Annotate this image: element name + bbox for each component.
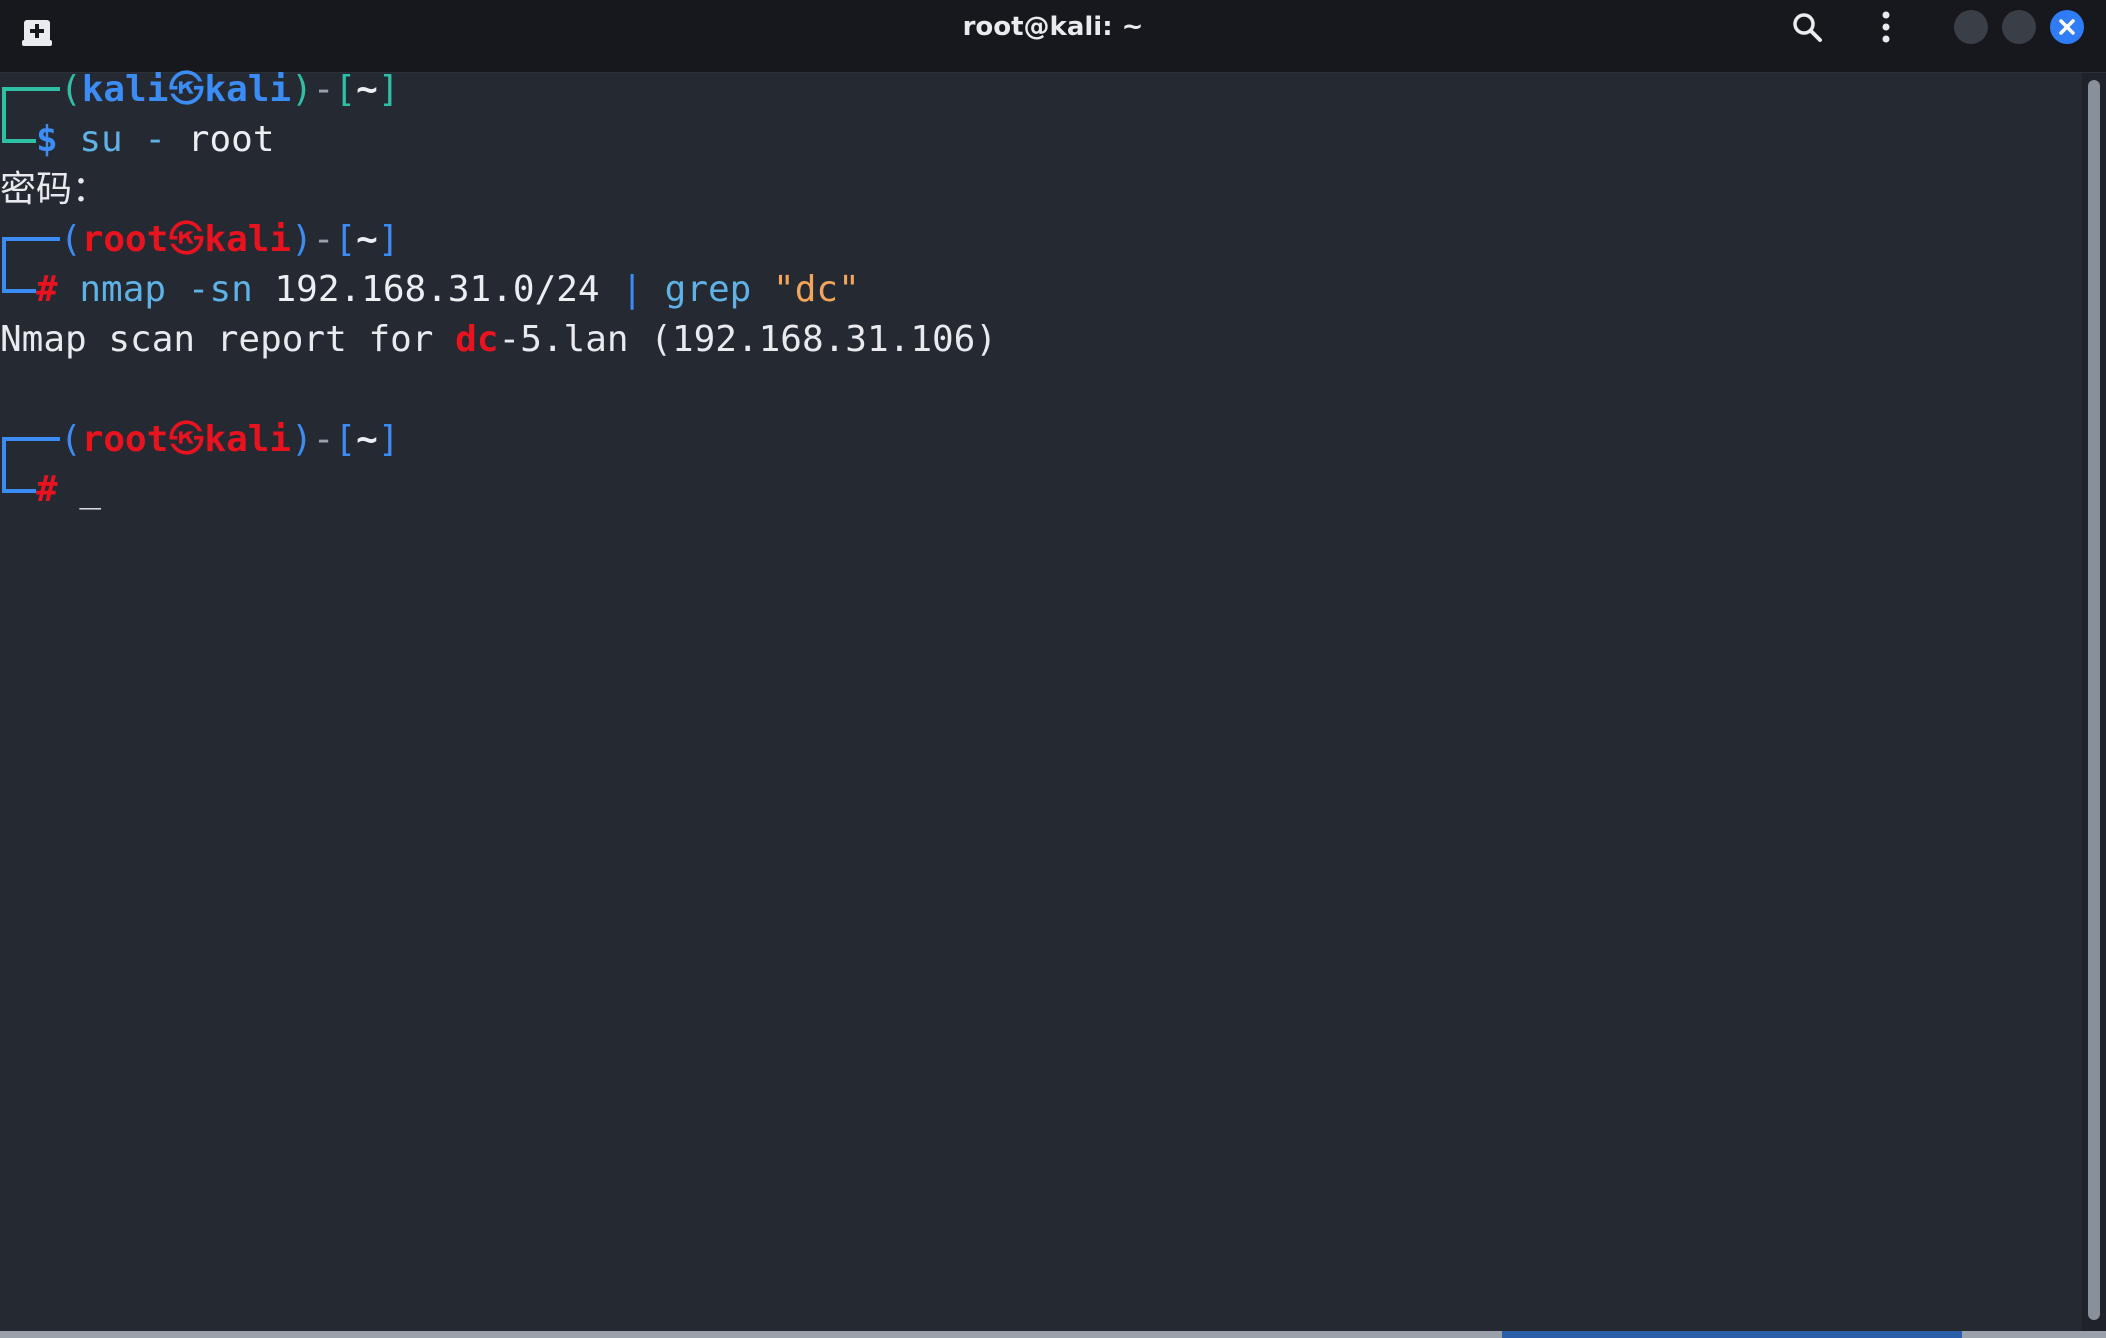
prompt-header: (kali㉿kali)-[~]	[60, 69, 400, 110]
command-line: $ su - root	[36, 119, 275, 160]
prompt-header: (root㉿kali)-[~]	[60, 419, 400, 460]
prompt-header: (root㉿kali)-[~]	[60, 219, 400, 260]
close-button[interactable]	[2050, 10, 2084, 44]
kebab-menu-icon[interactable]	[1872, 8, 1900, 46]
scrollbar-thumb[interactable]	[2088, 80, 2100, 1320]
maximize-button[interactable]	[2002, 10, 2036, 44]
terminal-window: root@kali: ~ (kali㉿kali)-[~] $ su - root…	[0, 0, 2106, 1338]
close-icon	[2059, 19, 2075, 35]
search-icon[interactable]	[1790, 10, 1824, 44]
text-cursor: _	[79, 469, 102, 510]
password-prompt: 密码：	[0, 169, 109, 210]
bottom-accent	[1502, 1331, 1962, 1338]
command-line: # nmap -sn 192.168.31.0/24 | grep "dc"	[36, 269, 860, 310]
command-line[interactable]: # _	[36, 465, 101, 515]
terminal-output[interactable]: (kali㉿kali)-[~] $ su - root 密码： (root㉿ka…	[0, 69, 2082, 1331]
title-bar: root@kali: ~	[0, 0, 2106, 73]
minimize-button[interactable]	[1954, 10, 1988, 44]
command-output: Nmap scan report for dc-5.lan (192.168.3…	[0, 319, 998, 360]
